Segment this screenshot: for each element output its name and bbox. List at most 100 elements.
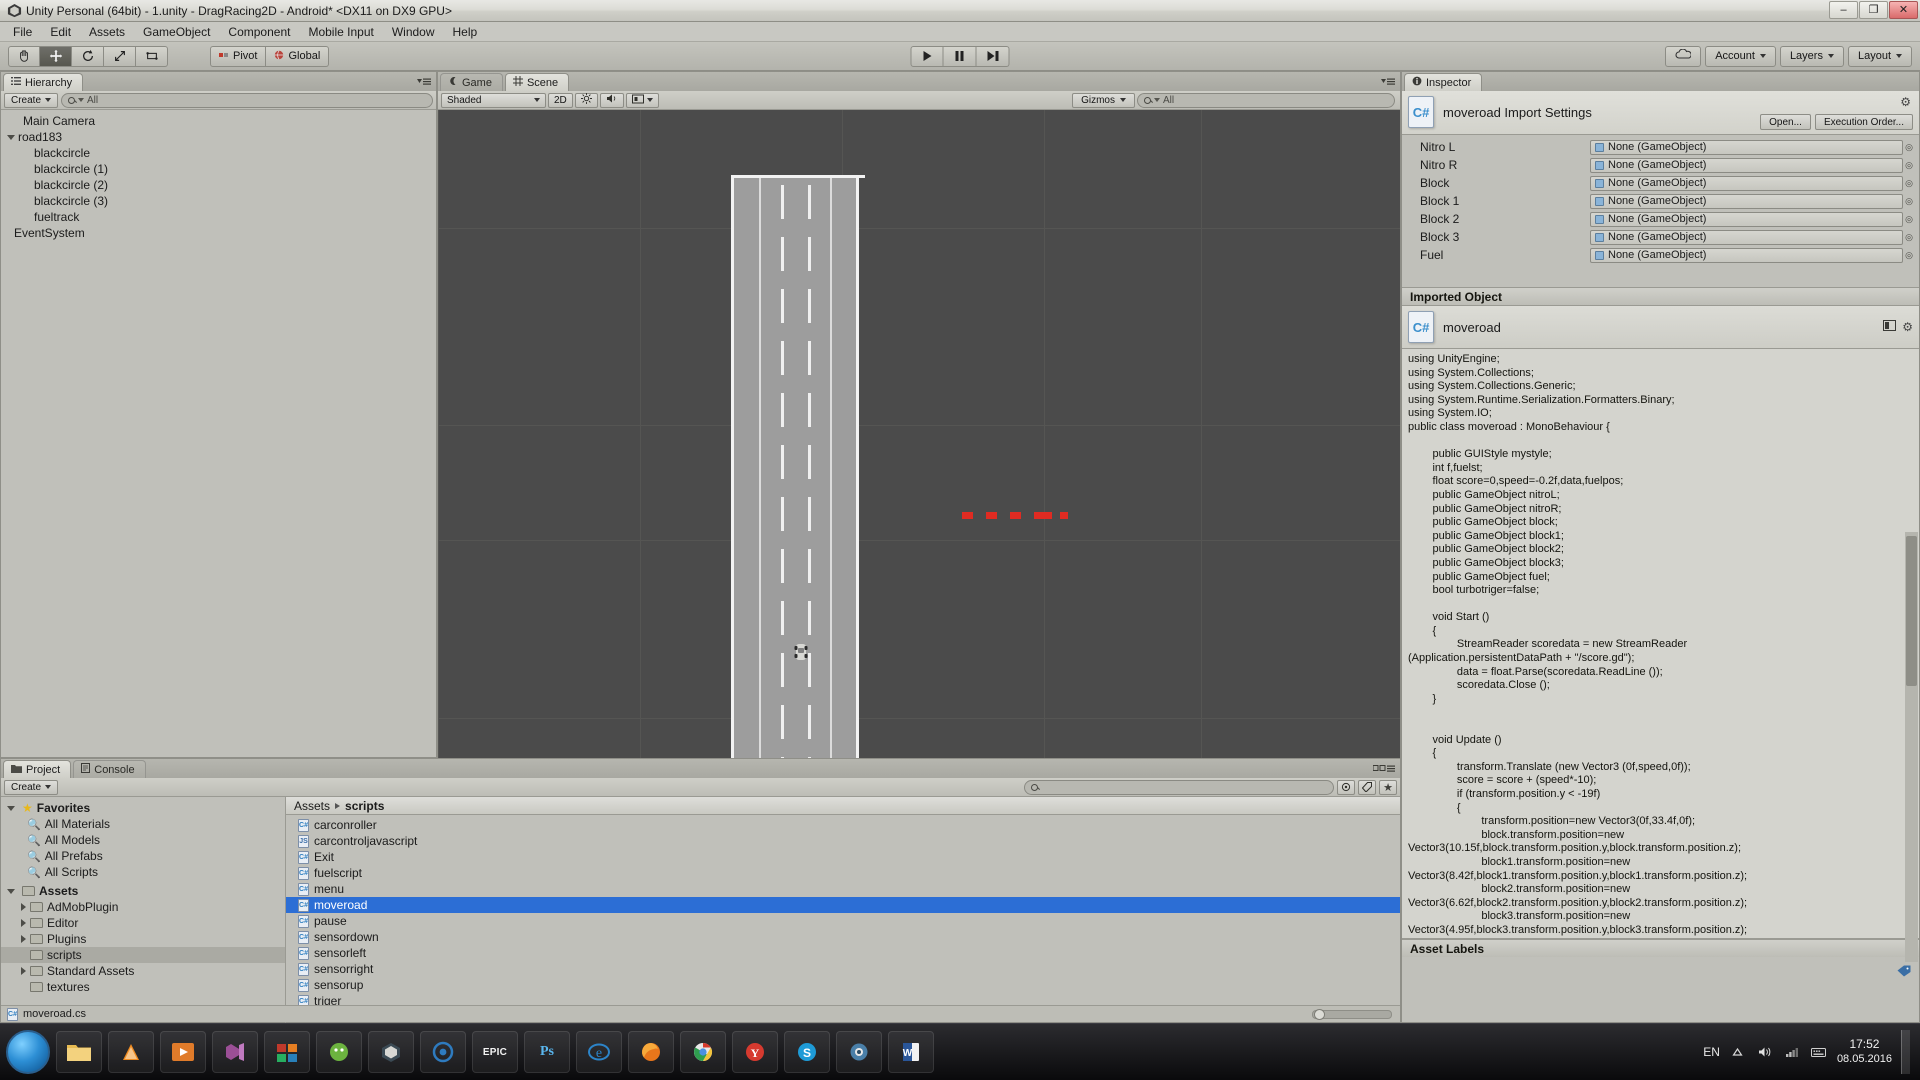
inspector-scrollbar-thumb[interactable] [1906, 536, 1917, 686]
taskbar-clock[interactable]: 17:52 08.05.2016 [1837, 1037, 1892, 1067]
volume-icon[interactable] [1756, 1043, 1774, 1061]
object-field-block-3[interactable]: None (GameObject) [1590, 229, 1903, 245]
shading-mode-dropdown[interactable]: Shaded [441, 92, 546, 108]
chevron-right-icon[interactable] [21, 967, 26, 975]
file-item-menu[interactable]: C# menu [286, 881, 1400, 897]
scene-canvas[interactable] [438, 110, 1400, 758]
favorite-button[interactable]: ★ [1379, 779, 1397, 795]
object-picker-icon[interactable]: ◎ [1903, 176, 1915, 190]
gear-icon[interactable]: ⚙ [1902, 320, 1913, 334]
breadcrumb-scripts[interactable]: scripts [345, 799, 384, 813]
file-item-carcontroljavascript[interactable]: JS carcontroljavascript [286, 833, 1400, 849]
folder-editor[interactable]: Editor [1, 915, 285, 931]
open-button[interactable]: Open... [1760, 114, 1811, 130]
tag-icon[interactable] [1897, 965, 1911, 980]
taskbar-explorer[interactable] [56, 1031, 102, 1073]
filter-by-label-button[interactable] [1358, 779, 1376, 795]
folder-textures[interactable]: textures [1, 979, 285, 995]
rect-tool-button[interactable] [136, 45, 168, 67]
assets-root[interactable]: Assets [1, 883, 285, 899]
hierarchy-search-input[interactable]: All [61, 92, 433, 108]
menu-help[interactable]: Help [444, 23, 487, 41]
tab-game[interactable]: Game [440, 73, 503, 91]
object-field-block[interactable]: None (GameObject) [1590, 175, 1903, 191]
start-button[interactable] [6, 1030, 50, 1074]
menu-gameobject[interactable]: GameObject [134, 23, 219, 41]
taskbar-yandex[interactable]: Y [732, 1031, 778, 1073]
favorite-all-models[interactable]: 🔍 All Models [1, 832, 285, 848]
red-block-marker[interactable] [962, 512, 973, 519]
file-item-pause[interactable]: C# pause [286, 913, 1400, 929]
menu-assets[interactable]: Assets [80, 23, 134, 41]
tab-console[interactable]: Console [73, 760, 146, 778]
object-field-block-2[interactable]: None (GameObject) [1590, 211, 1903, 227]
taskbar-skype[interactable]: S [784, 1031, 830, 1073]
taskbar-epic-games[interactable]: EPIC [472, 1031, 518, 1073]
sceneview-search-input[interactable]: All [1137, 92, 1395, 108]
taskbar-visual-studio[interactable] [212, 1031, 258, 1073]
taskbar-teamviewer[interactable] [420, 1031, 466, 1073]
favorite-all-scripts[interactable]: 🔍 All Scripts [1, 864, 285, 880]
scene-effects-toggle[interactable] [625, 92, 659, 108]
pause-button[interactable] [943, 45, 977, 67]
gear-icon[interactable]: ⚙ [1900, 95, 1911, 109]
tab-inspector[interactable]: Inspector [1404, 73, 1483, 91]
tab-hierarchy[interactable]: Hierarchy [3, 73, 84, 91]
project-menu-icon[interactable] [1372, 762, 1395, 776]
show-desktop-button[interactable] [1901, 1030, 1910, 1074]
favorite-all-prefabs[interactable]: 🔍 All Prefabs [1, 848, 285, 864]
object-picker-icon[interactable]: ◎ [1903, 230, 1915, 244]
scale-tool-button[interactable] [104, 45, 136, 67]
taskbar-photoshop[interactable]: Ps [524, 1031, 570, 1073]
preview-toggle-icon[interactable] [1883, 320, 1897, 334]
minimize-button[interactable]: – [1829, 0, 1858, 19]
object-field-nitro-r[interactable]: None (GameObject) [1590, 157, 1903, 173]
object-field-nitro-l[interactable]: None (GameObject) [1590, 139, 1903, 155]
menu-component[interactable]: Component [219, 23, 299, 41]
hierarchy-menu-icon[interactable] [417, 75, 431, 89]
object-picker-icon[interactable]: ◎ [1903, 140, 1915, 154]
folder-admobplugin[interactable]: AdMobPlugin [1, 899, 285, 915]
global-toggle-button[interactable]: Global [266, 45, 330, 67]
step-button[interactable] [976, 45, 1010, 67]
project-create-button[interactable]: Create [4, 779, 59, 795]
hierarchy-item-fueltrack[interactable]: fueltrack [1, 209, 436, 225]
file-item-fuelscript[interactable]: C# fuelscript [286, 865, 1400, 881]
hierarchy-item-eventsystem[interactable]: EventSystem [1, 225, 436, 241]
taskbar-unity[interactable] [368, 1031, 414, 1073]
taskbar-chrome[interactable] [680, 1031, 726, 1073]
hierarchy-create-button[interactable]: Create [4, 92, 59, 108]
file-item-sensorleft[interactable]: C# sensorleft [286, 945, 1400, 961]
inspector-scrollbar[interactable] [1905, 532, 1918, 962]
favorites-group[interactable]: ★ Favorites [1, 800, 285, 816]
scene-lighting-toggle[interactable] [574, 92, 598, 108]
scene-audio-toggle[interactable] [599, 92, 624, 108]
layout-button[interactable]: Layout [1847, 45, 1912, 67]
object-picker-icon[interactable]: ◎ [1903, 248, 1915, 262]
chevron-right-icon[interactable] [21, 935, 26, 943]
gizmos-dropdown[interactable]: Gizmos [1072, 92, 1135, 108]
breadcrumb-assets[interactable]: Assets [294, 799, 330, 813]
taskbar-screen-recorder[interactable] [836, 1031, 882, 1073]
zoom-slider[interactable] [1312, 1008, 1392, 1020]
rotate-tool-button[interactable] [72, 45, 104, 67]
show-hidden-icons-icon[interactable] [1729, 1043, 1747, 1061]
hierarchy-item-main-camera[interactable]: Main Camera [1, 113, 436, 129]
taskbar-android-studio[interactable] [316, 1031, 362, 1073]
move-tool-button[interactable] [40, 45, 72, 67]
chevron-right-icon[interactable] [21, 919, 26, 927]
menu-mobile-input[interactable]: Mobile Input [299, 23, 382, 41]
asset-labels-zone[interactable] [1402, 957, 1919, 991]
hierarchy-item-blackcircle-1[interactable]: blackcircle (1) [1, 161, 436, 177]
menu-file[interactable]: File [4, 23, 41, 41]
chevron-down-icon[interactable] [7, 805, 15, 811]
red-block-marker[interactable] [1060, 512, 1068, 519]
network-icon[interactable] [1783, 1043, 1801, 1061]
file-item-sensordown[interactable]: C# sensordown [286, 929, 1400, 945]
taskbar-media-player[interactable] [160, 1031, 206, 1073]
car-sprite[interactable] [794, 643, 808, 661]
project-search-input[interactable] [1024, 779, 1334, 795]
chevron-down-icon[interactable] [7, 134, 15, 140]
pivot-toggle-button[interactable]: Pivot [210, 45, 267, 67]
file-item-sensorup[interactable]: C# sensorup [286, 977, 1400, 993]
